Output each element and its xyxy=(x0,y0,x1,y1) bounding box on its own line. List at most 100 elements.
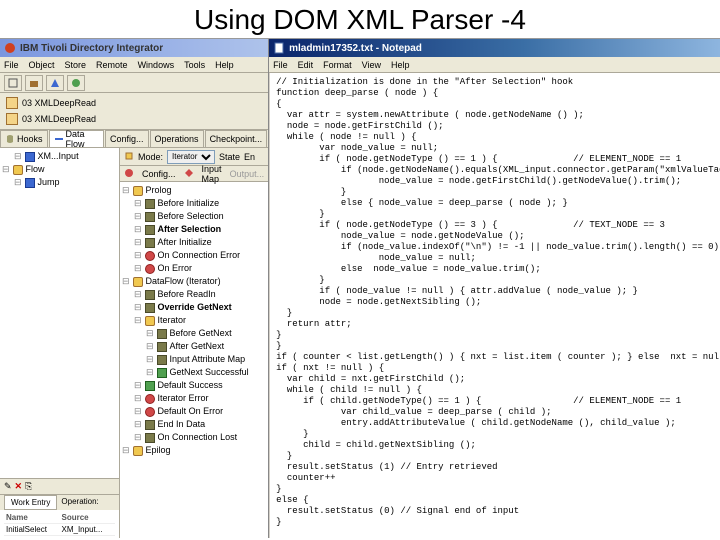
tree-item[interactable]: ⊟Override GetNext xyxy=(122,301,266,314)
crumb-2[interactable]: 03 XMLDeepRead xyxy=(4,111,264,127)
tab-operations[interactable]: Operations xyxy=(150,130,204,147)
tree-toggle-icon[interactable]: ⊟ xyxy=(146,366,154,379)
tree-item[interactable]: ⊟Flow xyxy=(2,163,117,176)
tree-toggle-icon[interactable]: ⊟ xyxy=(134,249,142,262)
rp-tab-output[interactable]: Output... xyxy=(230,169,265,179)
tree-toggle-icon[interactable]: ⊟ xyxy=(134,223,142,236)
slide-title: Using DOM XML Parser -4 xyxy=(0,0,720,38)
tree-toggle-icon[interactable]: ⊟ xyxy=(134,431,142,444)
crumb-1[interactable]: 03 XMLDeepRead xyxy=(4,95,264,111)
tree-toggle-icon[interactable]: ⊟ xyxy=(134,379,142,392)
tab-dataflow[interactable]: Data Flow xyxy=(49,130,104,147)
menu-windows[interactable]: Windows xyxy=(138,60,175,70)
tree-item[interactable]: ⊟Default On Error xyxy=(122,405,266,418)
tree-item[interactable]: ⊟Iterator Error xyxy=(122,392,266,405)
toolbar-btn-1[interactable] xyxy=(4,75,22,91)
tree-item[interactable]: ⊟ Iterator xyxy=(122,314,266,327)
tree-item-label: XM...Input xyxy=(38,150,79,163)
tree-toggle-icon[interactable]: ⊟ xyxy=(146,353,154,366)
tree-toggle-icon[interactable]: ⊟ xyxy=(122,275,130,288)
tree-toggle-icon[interactable]: ⊟ xyxy=(134,288,142,301)
tree-toggle-icon[interactable]: ⊟ xyxy=(134,210,142,223)
tree-toggle-icon[interactable]: ⊟ xyxy=(14,150,22,163)
menu-file[interactable]: File xyxy=(4,60,19,70)
tree-item[interactable]: ⊟ Before ReadIn xyxy=(122,288,266,301)
we-head-name: Name xyxy=(4,512,60,523)
tree-item[interactable]: ⊟After GetNext xyxy=(122,340,266,353)
tree-item[interactable]: ⊟Before GetNext xyxy=(122,327,266,340)
rp-toolbar: Mode: Iterator State En xyxy=(120,148,268,166)
tree-toggle-icon[interactable]: ⊟ xyxy=(122,444,130,457)
tree-item[interactable]: ⊟DataFlow (Iterator) xyxy=(122,275,266,288)
tree-toggle-icon[interactable]: ⊟ xyxy=(14,176,22,189)
tree-toggle-icon[interactable]: ⊟ xyxy=(134,392,142,405)
we-btn-3[interactable]: ⎘ xyxy=(25,481,32,492)
tab-config[interactable]: Config... xyxy=(105,130,149,147)
tree-item[interactable]: ⊟ Jump xyxy=(2,176,117,189)
menu-object[interactable]: Object xyxy=(29,60,55,70)
rp-btn-1[interactable] xyxy=(124,151,134,163)
tab-hooks[interactable]: Hooks xyxy=(0,130,48,147)
tree-item-label: Before ReadIn xyxy=(158,288,216,301)
np-menu-file[interactable]: File xyxy=(273,60,288,70)
rp-tab-input[interactable]: Input Map xyxy=(202,164,222,184)
tree-toggle-icon[interactable]: ⊟ xyxy=(146,340,154,353)
tree-toggle-icon[interactable]: ⊟ xyxy=(134,314,142,327)
np-menu-edit[interactable]: Edit xyxy=(298,60,314,70)
tree-toggle-icon[interactable]: ⊟ xyxy=(134,418,142,431)
np-menu-view[interactable]: View xyxy=(362,60,381,70)
tree-item-label: After Selection xyxy=(158,223,222,236)
tree-toggle-icon[interactable]: ⊟ xyxy=(146,327,154,340)
tree-toggle-icon[interactable]: ⊟ xyxy=(134,262,142,275)
we-data-row[interactable]: InitialSelect XM_Input... xyxy=(4,524,115,536)
np-menu-help[interactable]: Help xyxy=(391,60,410,70)
tree-item[interactable]: ⊟GetNext Successful xyxy=(122,366,266,379)
rp-tab-icon2[interactable] xyxy=(184,168,194,180)
tree-toggle-icon[interactable]: ⊟ xyxy=(134,301,142,314)
tree-item[interactable]: ⊟End In Data xyxy=(122,418,266,431)
we-btn-1[interactable]: ✎ xyxy=(4,481,12,492)
menu-store[interactable]: Store xyxy=(65,60,87,70)
tree-toggle-icon[interactable]: ⊟ xyxy=(134,197,142,210)
we-btn-del[interactable]: ✕ xyxy=(15,481,23,492)
tree-item[interactable]: ⊟Input Attribute Map xyxy=(122,353,266,366)
tree-toggle-icon[interactable]: ⊟ xyxy=(2,163,10,176)
tree-item[interactable]: ⊟After Initialize xyxy=(122,236,266,249)
rp-tab-config[interactable]: Config... xyxy=(142,169,176,179)
tree-item[interactable]: ⊟Prolog xyxy=(122,184,266,197)
tab-config-label: Config... xyxy=(110,134,144,144)
tree-item[interactable]: ⊟ After Selection xyxy=(122,223,266,236)
toolbar-btn-2[interactable] xyxy=(25,75,43,91)
menu-remote[interactable]: Remote xyxy=(96,60,128,70)
rp-mode-select[interactable]: Iterator xyxy=(167,150,215,164)
toolbar-btn-4[interactable] xyxy=(67,75,85,91)
hook-icon xyxy=(5,134,15,144)
tree-item[interactable]: ⊟Before Selection xyxy=(122,210,266,223)
tab-ops-label: Operations xyxy=(155,134,199,144)
puzzle-icon xyxy=(145,290,155,300)
tree-item[interactable]: ⊟ XM...Input xyxy=(2,150,117,163)
tree-toggle-icon[interactable]: ⊟ xyxy=(134,405,142,418)
toolbar-btn-3[interactable] xyxy=(46,75,64,91)
tree-item[interactable]: ⊟Default Success xyxy=(122,379,266,392)
tab-checkpoint[interactable]: Checkpoint... xyxy=(205,130,268,147)
tree-item[interactable]: ⊟On Connection Lost xyxy=(122,431,266,444)
menu-help[interactable]: Help xyxy=(215,60,234,70)
tree-item-label: Jump xyxy=(38,176,60,189)
tree-item[interactable]: ⊟On Error xyxy=(122,262,266,275)
blue-icon xyxy=(25,178,35,188)
menu-tools[interactable]: Tools xyxy=(184,60,205,70)
ibm-menubar: File Object Store Remote Windows Tools H… xyxy=(0,57,268,73)
ibm-right-pane: Mode: Iterator State En Config... Input … xyxy=(120,148,268,538)
rp-tab-icon[interactable] xyxy=(124,168,134,180)
tree-toggle-icon[interactable]: ⊟ xyxy=(122,184,130,197)
notepad-text-area[interactable]: // Initialization is done in the "After … xyxy=(269,73,720,538)
yellow-icon xyxy=(13,165,23,175)
tree-item[interactable]: ⊟Before Initialize xyxy=(122,197,266,210)
we-tab-work[interactable]: Work Entry xyxy=(4,495,57,510)
tree-toggle-icon[interactable]: ⊟ xyxy=(134,236,142,249)
tree-item-label: Iterator xyxy=(158,314,187,327)
tree-item[interactable]: ⊟Epilog xyxy=(122,444,266,457)
np-menu-format[interactable]: Format xyxy=(323,60,352,70)
tree-item[interactable]: ⊟On Connection Error xyxy=(122,249,266,262)
